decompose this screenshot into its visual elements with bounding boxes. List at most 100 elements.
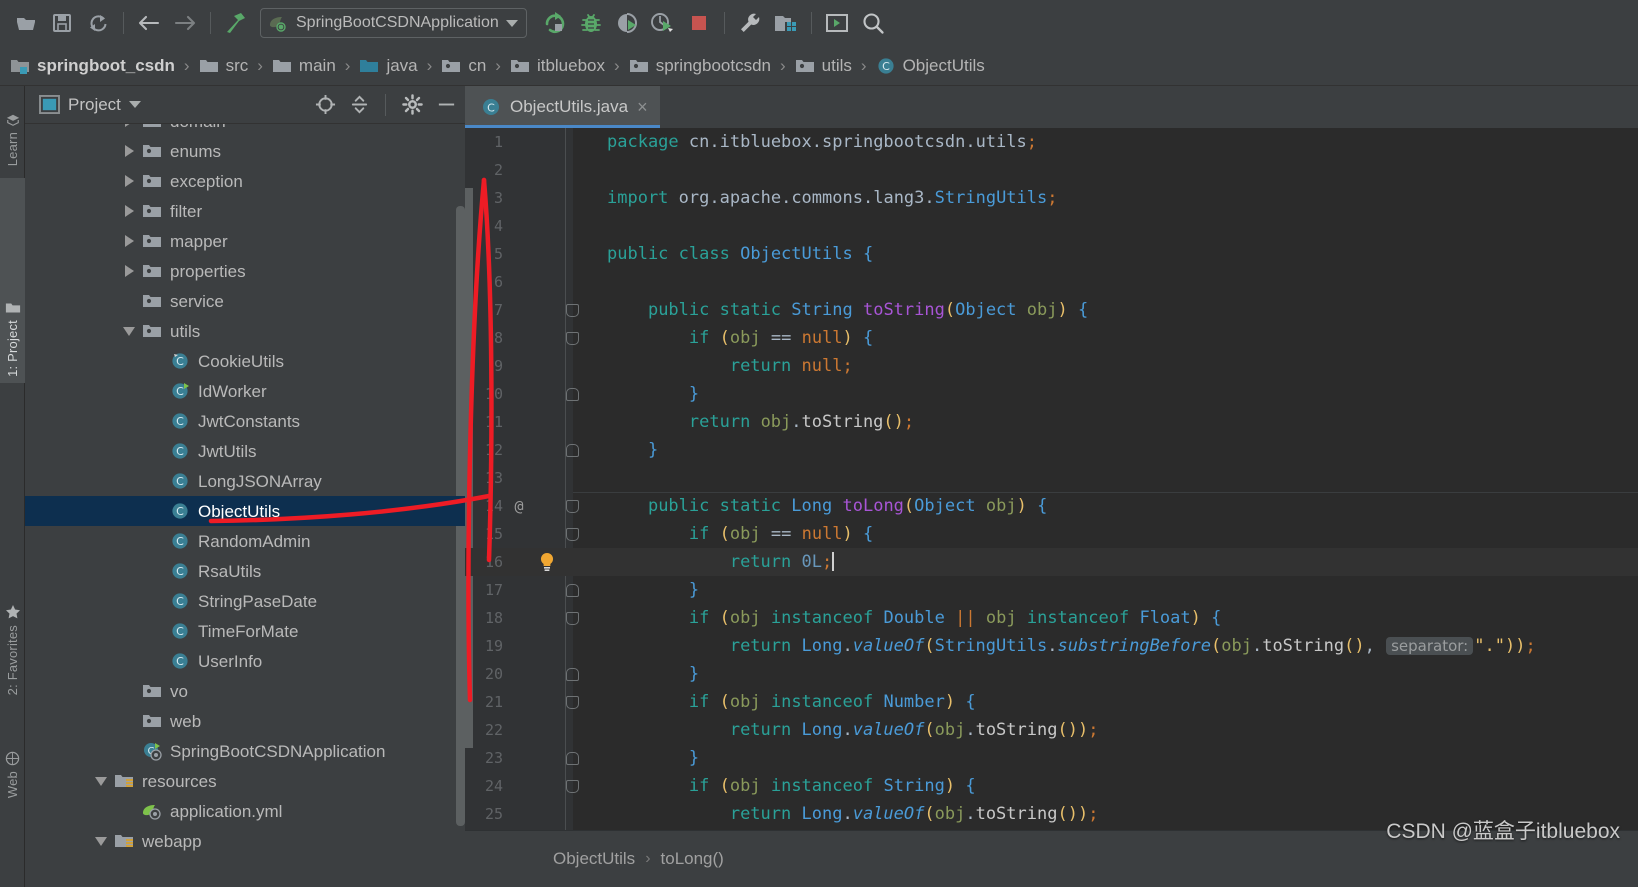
wrench-icon[interactable]: [732, 5, 768, 41]
tree-item-objectutils[interactable]: C ObjectUtils: [25, 496, 465, 526]
bug-icon[interactable]: [573, 5, 609, 41]
code-text[interactable]: package cn.itbluebox.springbootcsdn.util…: [583, 132, 1037, 152]
code-text[interactable]: return null;: [583, 356, 853, 376]
chevron-down-icon[interactable]: [93, 833, 109, 849]
chevron-right-icon[interactable]: [121, 263, 137, 279]
code-line-22[interactable]: 22 return Long.valueOf(obj.toString());: [465, 716, 1638, 744]
code-line-3[interactable]: 3 import org.apache.commons.lang3.StringU…: [465, 184, 1638, 212]
code-line-12[interactable]: 12 }: [465, 436, 1638, 464]
save-icon[interactable]: [44, 5, 80, 41]
rail-tab-learn[interactable]: Learn: [0, 90, 25, 172]
code-folding-marker[interactable]: [561, 584, 583, 597]
chevron-down-icon[interactable]: [505, 19, 518, 27]
tree-item-filter[interactable]: filter: [25, 196, 465, 226]
tree-item-stringpasedate[interactable]: C StringPaseDate: [25, 586, 465, 616]
project-panel-chevron-down-icon[interactable]: [128, 101, 141, 108]
tree-item-userinfo[interactable]: C UserInfo: [25, 646, 465, 676]
breadcrumb-item-utils[interactable]: utils: [795, 56, 852, 76]
code-line-8[interactable]: 8 if (obj == null) {: [465, 324, 1638, 352]
folder-open-icon[interactable]: [8, 5, 44, 41]
tree-item-service[interactable]: service: [25, 286, 465, 316]
code-line-20[interactable]: 20 }: [465, 660, 1638, 688]
code-text[interactable]: return 0L;: [583, 552, 835, 572]
tree-item-exception[interactable]: exception: [25, 166, 465, 196]
code-folding-marker[interactable]: [561, 304, 583, 317]
project-structure-icon[interactable]: [768, 5, 804, 41]
code-text[interactable]: return Long.valueOf(obj.toString());: [583, 720, 1099, 740]
editor-tab-objectutils[interactable]: C ObjectUtils.java ×: [465, 86, 660, 128]
chevron-down-icon[interactable]: [121, 323, 137, 339]
code-line-21[interactable]: 21 if (obj instanceof Number) {: [465, 688, 1638, 716]
tree-item-utils[interactable]: utils: [25, 316, 465, 346]
code-text[interactable]: if (obj instanceof Double || obj instanc…: [583, 608, 1222, 628]
tree-item-webapp[interactable]: webapp: [25, 826, 465, 856]
gear-icon[interactable]: [399, 92, 425, 118]
override-gutter-marker[interactable]: @: [505, 497, 533, 515]
code-text[interactable]: return Long.valueOf(obj.toString());: [583, 804, 1099, 824]
code-text[interactable]: if (obj instanceof String) {: [583, 776, 976, 796]
code-text[interactable]: public static String toString(Object obj…: [583, 300, 1088, 320]
tree-item-jwtconstants[interactable]: C JwtConstants: [25, 406, 465, 436]
rail-tab-structure[interactable]: Structure: [0, 831, 25, 887]
breadcrumb-item-objectutils[interactable]: C ObjectUtils: [876, 56, 985, 76]
stop-icon[interactable]: [681, 5, 717, 41]
code-text[interactable]: public static Long toLong(Object obj) {: [583, 496, 1047, 516]
code-line-9[interactable]: 9 return null;: [465, 352, 1638, 380]
chevron-right-icon[interactable]: [121, 203, 137, 219]
code-line-15[interactable]: 15 if (obj == null) {: [465, 520, 1638, 548]
code-folding-marker[interactable]: [561, 444, 583, 457]
rail-tab-favorites[interactable]: 2: Favorites: [0, 541, 25, 701]
tree-item-domain[interactable]: domain: [25, 124, 465, 136]
arrow-right-icon[interactable]: [167, 5, 203, 41]
code-text[interactable]: }: [583, 748, 699, 768]
code-line-18[interactable]: 18 if (obj instanceof Double || obj inst…: [465, 604, 1638, 632]
code-line-7[interactable]: 7 public static String toString(Object o…: [465, 296, 1638, 324]
run-icon[interactable]: [537, 5, 573, 41]
tree-item-resources[interactable]: resources: [25, 766, 465, 796]
tree-item-cookieutils[interactable]: C CookieUtils: [25, 346, 465, 376]
code-line-4[interactable]: 4: [465, 212, 1638, 240]
tree-item-mapper[interactable]: mapper: [25, 226, 465, 256]
code-line-13[interactable]: 13: [465, 464, 1638, 492]
tree-item-enums[interactable]: enums: [25, 136, 465, 166]
tree-item-jwtutils[interactable]: C JwtUtils: [25, 436, 465, 466]
tree-item-web[interactable]: web: [25, 706, 465, 736]
code-text[interactable]: import org.apache.commons.lang3.StringUt…: [583, 188, 1058, 208]
hammer-icon[interactable]: [218, 5, 254, 41]
chevron-down-icon[interactable]: [93, 773, 109, 789]
code-folding-marker[interactable]: [561, 752, 583, 765]
code-text[interactable]: return Long.valueOf(StringUtils.substrin…: [583, 636, 1536, 656]
breadcrumb-item-springboot_csdn[interactable]: springboot_csdn: [10, 56, 175, 76]
tree-item-longjsonarray[interactable]: C LongJSONArray: [25, 466, 465, 496]
code-text[interactable]: }: [583, 664, 699, 684]
code-folding-marker[interactable]: [561, 668, 583, 681]
tree-item-vo[interactable]: vo: [25, 676, 465, 706]
breadcrumb-item-springbootcsdn[interactable]: springbootcsdn: [629, 56, 771, 76]
code-text[interactable]: if (obj == null) {: [583, 524, 873, 544]
breadcrumb-item-itbluebox[interactable]: itbluebox: [510, 56, 605, 76]
chevron-right-icon[interactable]: [121, 143, 137, 159]
tree-item-timeformate[interactable]: C TimeForMate: [25, 616, 465, 646]
code-line-5[interactable]: 5 public class ObjectUtils {: [465, 240, 1638, 268]
code-line-14[interactable]: 14 @ public static Long toLong(Object obj…: [465, 492, 1638, 520]
code-canvas[interactable]: 1 package cn.itbluebox.springbootcsdn.uti…: [465, 128, 1638, 854]
code-folding-marker[interactable]: [561, 528, 583, 541]
code-text[interactable]: }: [583, 580, 699, 600]
code-folding-marker[interactable]: [561, 332, 583, 345]
code-line-23[interactable]: 23 }: [465, 744, 1638, 772]
run-configuration-selector[interactable]: SpringBootCSDNApplication: [260, 8, 527, 38]
intention-bulb-icon[interactable]: [533, 552, 561, 572]
code-folding-marker[interactable]: [561, 388, 583, 401]
breadcrumb-item-src[interactable]: src: [199, 56, 248, 76]
profiler-icon[interactable]: [645, 5, 681, 41]
code-text[interactable]: }: [583, 440, 658, 460]
tree-item-rsautils[interactable]: C RsaUtils: [25, 556, 465, 586]
tree-item-idworker[interactable]: C IdWorker: [25, 376, 465, 406]
code-line-10[interactable]: 10 }: [465, 380, 1638, 408]
coverage-icon[interactable]: [609, 5, 645, 41]
code-line-24[interactable]: 24 if (obj instanceof String) {: [465, 772, 1638, 800]
code-text[interactable]: public class ObjectUtils {: [583, 244, 873, 264]
code-line-16[interactable]: 16 return 0L;: [465, 548, 1638, 576]
code-text[interactable]: if (obj == null) {: [583, 328, 873, 348]
rail-tab-project[interactable]: 1: Project: [0, 178, 25, 383]
